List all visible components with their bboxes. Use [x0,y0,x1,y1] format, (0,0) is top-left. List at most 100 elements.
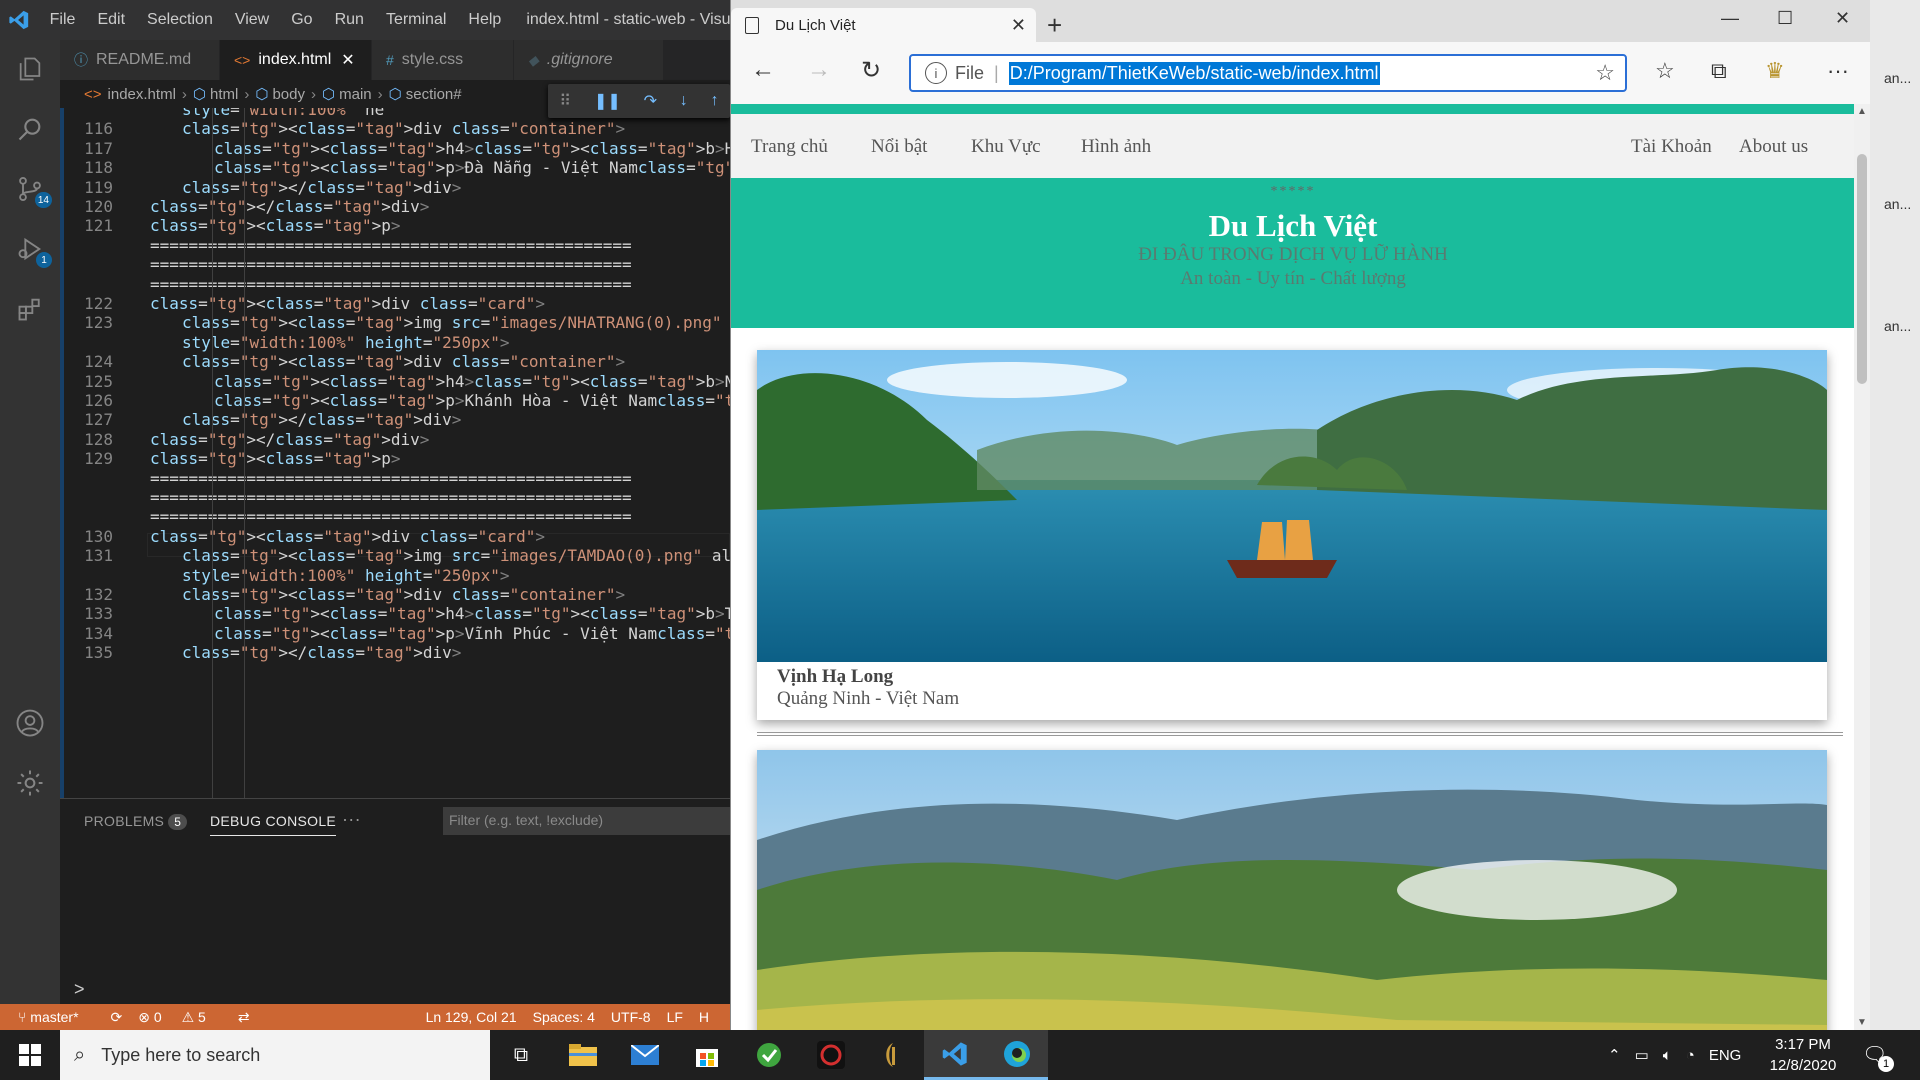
collections-icon[interactable]: ⧉ [1711,58,1727,84]
forward-icon[interactable]: → [807,56,831,84]
refresh-icon[interactable]: ↻ [861,56,881,85]
mail-icon[interactable] [614,1030,676,1080]
destination-card[interactable] [757,750,1827,1030]
step-into-icon[interactable]: ↓ [680,92,688,110]
problems-status[interactable]: ⊗ 0 ⚠ 5 [138,1009,222,1026]
browser-window: Du Lịch Việt ✕ + — ☐ ✕ ← → ↻ i File | D:… [730,0,1871,1030]
explorer-icon[interactable] [0,44,60,94]
store-icon[interactable] [676,1030,738,1080]
branch-status[interactable]: ⑂ master* [18,1009,95,1025]
menu-view[interactable]: View [224,11,280,29]
encoding[interactable]: UTF-8 [611,1009,651,1025]
tab-problems[interactable]: PROBLEMS 5 [84,813,188,830]
background-window-label: an... [1884,196,1912,212]
pause-icon[interactable]: ❚❚ [594,91,621,111]
favorite-star-icon[interactable]: ☆ [1595,60,1615,86]
sync-icon[interactable]: ⟳ [111,1009,123,1026]
minimize-icon[interactable]: — [1721,8,1739,29]
step-out-icon[interactable]: ↑ [711,92,719,110]
show-hidden-icons[interactable]: ⌃ [1608,1046,1621,1064]
menu-terminal[interactable]: Terminal [375,11,457,29]
source-control-badge: 14 [34,192,52,208]
vscode-logo-icon [0,9,39,31]
address-url[interactable]: D:/Program/ThietKeWeb/static-web/index.h… [1008,61,1380,85]
language-mode[interactable]: H [699,1009,709,1025]
menu-selection[interactable]: Selection [136,11,224,29]
back-icon[interactable]: ← [751,56,775,84]
edge-taskbar-icon[interactable] [986,1030,1048,1080]
settings-gear-icon[interactable] [0,758,60,808]
favorites-icon[interactable]: ☆ [1655,58,1675,84]
battery-icon[interactable]: ▭ [1635,1046,1649,1064]
nav-account[interactable]: Tài Khoản [1631,136,1712,158]
wifi-icon[interactable]: ◔ [1686,1047,1695,1064]
new-tab-icon[interactable]: + [1047,10,1062,41]
menu-edit[interactable]: Edit [86,11,136,29]
page-scrollbar[interactable]: ▲ ▼ [1854,104,1870,1030]
console-prompt[interactable]: > [74,979,85,1000]
nav-images[interactable]: Hình ảnh [1081,136,1151,158]
tab-readme[interactable]: ⓘ README.md [60,40,220,80]
more-icon[interactable]: ··· [342,809,361,830]
drag-handle-icon[interactable]: ⠿ [559,91,571,111]
source-control-icon[interactable]: 14 [0,164,60,214]
clock[interactable]: 3:17 PM 12/8/2020 [1762,1034,1844,1076]
breadcrumb-item[interactable]: index.html [108,86,176,103]
breadcrumb-item[interactable]: main [339,86,372,103]
cursor-position[interactable]: Ln 129, Col 21 [426,1009,517,1025]
window-close-icon[interactable]: ✕ [1835,8,1850,29]
extensions-icon[interactable] [0,284,60,334]
tab-debug-console[interactable]: DEBUG CONSOLE [210,813,337,836]
breadcrumb-item[interactable]: section# [406,86,462,103]
run-debug-icon[interactable]: 1 [0,224,60,274]
code-editor[interactable]: style="width:100%" he 116 class="tg"><clas… [60,108,730,798]
address-bar[interactable]: i File | D:/Program/ThietKeWeb/static-we… [909,54,1627,92]
nav-home[interactable]: Trang chủ [751,136,828,158]
search-icon[interactable] [0,104,60,154]
tab-gitignore[interactable]: ◆ .gitignore [514,40,664,80]
breadcrumb-item[interactable]: html [210,86,238,103]
eol[interactable]: LF [667,1009,683,1025]
live-share-icon[interactable]: ⇄ [238,1009,250,1026]
app-red-icon[interactable] [800,1030,862,1080]
destination-card[interactable]: Vịnh Hạ Long Quảng Ninh - Việt Nam [757,350,1827,720]
scroll-up-icon[interactable]: ▲ [1857,106,1867,117]
nav-featured[interactable]: Nổi bật [871,136,927,158]
app-green-icon[interactable] [738,1030,800,1080]
browser-tab[interactable]: Du Lịch Việt ✕ [731,8,1036,42]
chevron-right-icon: › [311,85,316,103]
menu-file[interactable]: File [39,11,87,29]
language-indicator[interactable]: ENG [1709,1047,1742,1064]
indent-guide [212,108,213,798]
menu-run[interactable]: Run [324,11,375,29]
browser-toolbar: ← → ↻ i File | D:/Program/ThietKeWeb/sta… [731,42,1871,104]
scroll-down-icon[interactable]: ▼ [1857,1017,1867,1028]
taskbar-search[interactable]: ⌕ Type here to search [60,1030,490,1080]
app-gold-icon[interactable] [862,1030,924,1080]
close-icon[interactable]: ✕ [341,50,354,70]
info-icon[interactable]: i [925,62,947,84]
tab-index-html[interactable]: <> index.html ✕ [220,40,372,80]
scrollbar-thumb[interactable] [1857,154,1867,384]
close-tab-icon[interactable]: ✕ [1011,15,1026,36]
nav-region[interactable]: Khu Vực [971,136,1041,158]
more-options-icon[interactable]: ··· [1827,58,1849,84]
vscode-taskbar-icon[interactable] [924,1030,986,1080]
background-window[interactable]: an... an... an... [1870,0,1920,1030]
maximize-icon[interactable]: ☐ [1777,8,1793,29]
menu-go[interactable]: Go [280,11,323,29]
accounts-icon[interactable] [0,698,60,748]
volume-icon[interactable]: 🔈︎ [1663,1047,1672,1064]
filter-input[interactable]: Filter (e.g. text, !exclude) [443,807,730,835]
menu-help[interactable]: Help [457,11,512,29]
step-over-icon[interactable]: ↷ [644,91,657,111]
file-explorer-icon[interactable] [552,1030,614,1080]
html-file-icon: <> [84,85,102,103]
task-view-icon[interactable]: ⧉ [490,1030,552,1080]
indentation[interactable]: Spaces: 4 [533,1009,595,1025]
tab-style-css[interactable]: # style.css [372,40,514,80]
nav-about[interactable]: About us [1739,136,1808,158]
windows-start-icon[interactable] [0,1030,60,1080]
profile-avatar[interactable]: ♛ [1765,58,1785,84]
breadcrumb-item[interactable]: body [272,86,305,103]
